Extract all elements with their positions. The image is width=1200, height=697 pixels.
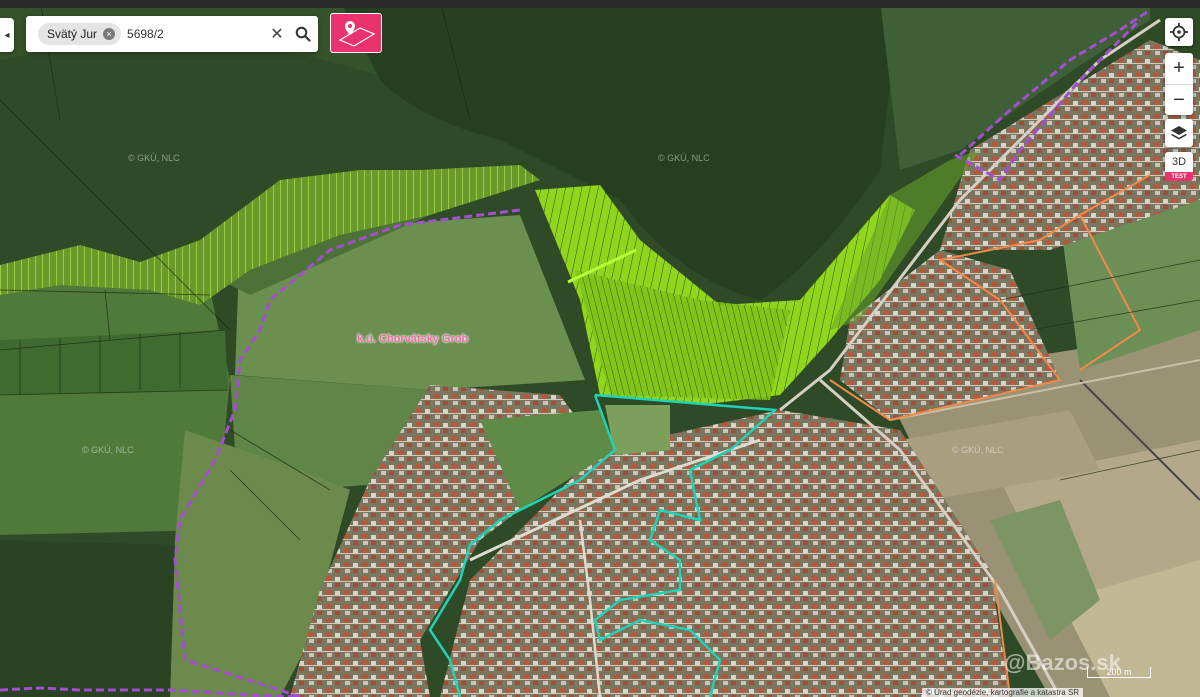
parcel-search-button[interactable] bbox=[330, 13, 382, 53]
3d-toggle-button[interactable]: 3D bbox=[1165, 152, 1193, 172]
map-pin-icon bbox=[338, 21, 376, 47]
map-attribution: © Úrad geodézie, kartografie a katastra … bbox=[922, 688, 1084, 697]
layers-button[interactable] bbox=[1165, 119, 1193, 147]
cadastral-area-label: k.ú. Chorvátsky Grob bbox=[357, 333, 469, 345]
map-canvas[interactable] bbox=[0, 0, 1200, 697]
map-watermark: © GKÚ, NLC bbox=[952, 445, 1004, 455]
zoom-in-button[interactable]: + bbox=[1165, 53, 1193, 85]
collapse-panel-button[interactable]: ◂ bbox=[0, 18, 14, 52]
search-icon[interactable] bbox=[288, 19, 318, 49]
map-watermark: © GKÚ, NLC bbox=[82, 445, 134, 455]
zoom-out-button[interactable]: − bbox=[1165, 85, 1193, 116]
map-watermark: © GKÚ, NLC bbox=[128, 153, 180, 163]
map-watermark: © GKÚ, NLC bbox=[658, 153, 710, 163]
location-chip[interactable]: Svätý Jur × bbox=[38, 23, 122, 45]
scale-bar: 200 m bbox=[1087, 667, 1151, 678]
locate-button[interactable] bbox=[1165, 18, 1193, 46]
top-strip bbox=[0, 0, 1200, 8]
crosshair-icon bbox=[1170, 23, 1188, 41]
remove-chip-icon[interactable]: × bbox=[103, 28, 116, 40]
layers-icon bbox=[1171, 126, 1187, 140]
clear-search-icon[interactable]: ✕ bbox=[266, 24, 288, 44]
search-input[interactable]: 5698/2 bbox=[127, 27, 266, 41]
test-badge: TEST bbox=[1165, 172, 1193, 181]
zoom-control: + − bbox=[1165, 53, 1193, 115]
search-box[interactable]: Svätý Jur × 5698/2 ✕ bbox=[26, 16, 318, 52]
field-sw bbox=[0, 540, 175, 697]
location-chip-label: Svätý Jur bbox=[47, 27, 98, 41]
